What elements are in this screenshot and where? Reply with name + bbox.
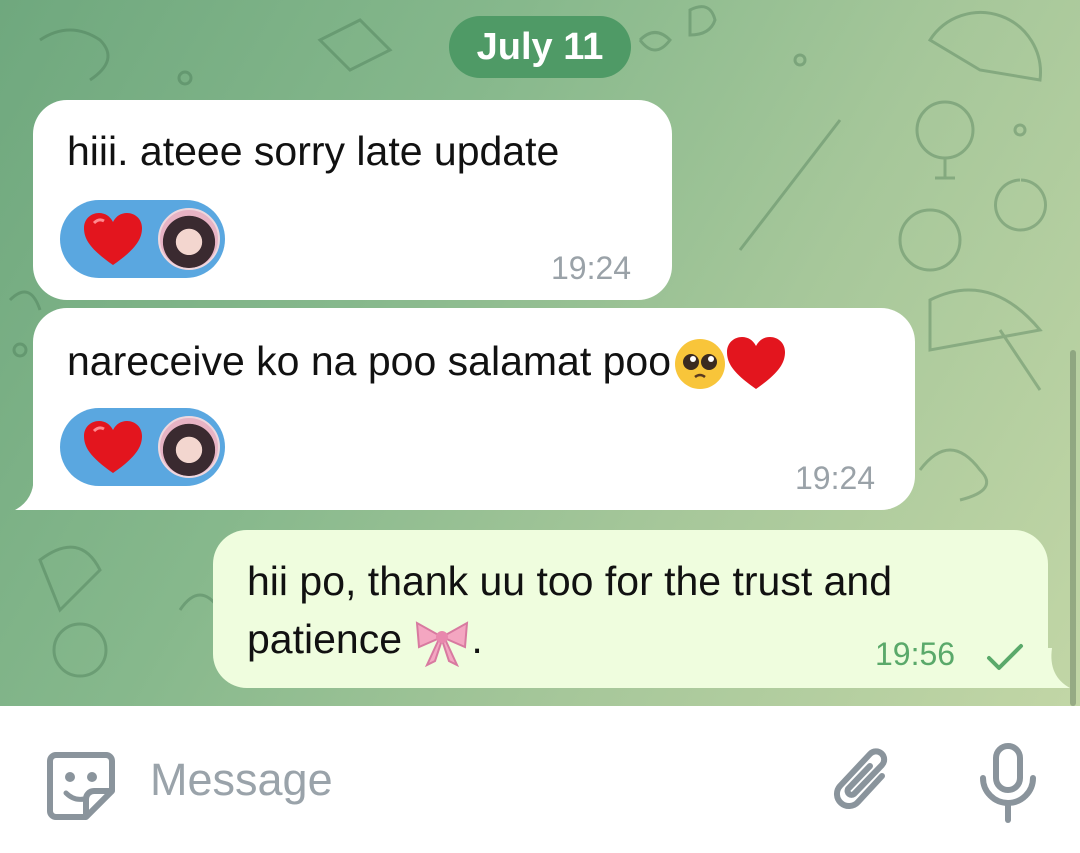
reaction-chip[interactable]	[60, 408, 225, 486]
message-text-line-2: patience .	[247, 610, 483, 668]
reaction-chip[interactable]	[60, 200, 225, 278]
message-bubble-outgoing[interactable]: hii po, thank uu too for the trust and p…	[213, 530, 1048, 688]
message-bubble-incoming[interactable]: hiii. ateee sorry late update 19:24	[33, 100, 672, 300]
telegram-chat-screen: July 11 hiii. ateee sorry late update 19…	[0, 0, 1080, 853]
chat-history[interactable]: July 11 hiii. ateee sorry late update 19…	[0, 0, 1080, 706]
message-text: nareceive ko na poo salamat poo	[67, 332, 786, 391]
pleading-face-icon	[675, 339, 726, 390]
heart-icon	[84, 421, 142, 473]
message-text-suffix: .	[471, 616, 483, 662]
message-time: 19:56	[875, 636, 956, 672]
mic-icon[interactable]	[973, 742, 1043, 824]
reactor-avatar	[158, 416, 220, 478]
sticker-icon[interactable]	[46, 751, 116, 821]
bubble-tail	[15, 470, 45, 510]
chat-scrollbar[interactable]	[1070, 350, 1076, 706]
message-input-bar	[0, 706, 1080, 853]
check-icon	[987, 644, 1023, 670]
attach-icon[interactable]	[830, 746, 900, 821]
message-text: hiii. ateee sorry late update	[67, 128, 560, 174]
message-time: 19:24	[795, 460, 876, 496]
bubble-tail	[1040, 648, 1070, 688]
message-text-line-1: hii po, thank uu too for the trust and	[247, 558, 893, 604]
ribbon-icon	[416, 621, 469, 668]
message-input[interactable]	[150, 744, 770, 816]
message-text-content: patience	[247, 616, 403, 662]
message-bubble-incoming[interactable]: nareceive ko na poo salamat poo 19:24	[33, 308, 915, 510]
date-separator: July 11	[449, 16, 631, 78]
message-text-content: nareceive ko na poo salamat poo	[67, 338, 672, 384]
reactor-avatar	[158, 208, 220, 270]
red-heart-icon	[727, 337, 786, 390]
message-time: 19:24	[551, 250, 632, 286]
heart-icon	[84, 213, 142, 265]
